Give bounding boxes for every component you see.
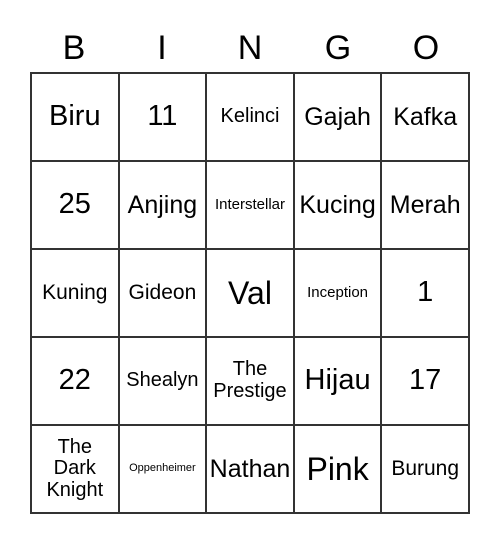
bingo-cell[interactable]: Interstellar [207, 162, 295, 250]
header-letter-g-label: G [324, 29, 352, 67]
bingo-cell[interactable]: Nathan [207, 426, 295, 514]
header-letter-i-label: I [157, 29, 167, 67]
bingo-cell[interactable]: Merah [382, 162, 470, 250]
bingo-cell-label: Shealyn [126, 369, 199, 392]
bingo-cell[interactable]: Burung [382, 426, 470, 514]
bingo-cell-label: Pink [306, 450, 369, 487]
bingo-cell[interactable]: 11 [119, 74, 208, 162]
bingo-cell-label: Burung [391, 456, 460, 480]
bingo-cell-label: Gideon [128, 280, 197, 304]
bingo-cell[interactable]: Oppenheimer [119, 426, 208, 514]
bingo-card: B I N G O Biru 11 Kelinci Gajah Kafka 25… [0, 0, 500, 544]
bingo-cell-label: 25 [58, 188, 91, 221]
bingo-cell[interactable]: Anjing [119, 162, 208, 250]
header-letter-o-label: O [412, 29, 440, 67]
bingo-cell-label: Hijau [304, 364, 371, 397]
bingo-cell[interactable]: Gajah [294, 74, 383, 162]
bingo-cell[interactable]: Kelinci [207, 74, 295, 162]
bingo-cell-label: Kelinci [220, 105, 280, 128]
bingo-cell[interactable]: Pink [294, 426, 383, 514]
bingo-cell[interactable]: Shealyn [119, 338, 208, 426]
bingo-cell[interactable]: 17 [382, 338, 470, 426]
bingo-cell-label: 22 [58, 364, 91, 397]
bingo-header-row: B I N G O [30, 24, 470, 72]
bingo-cell[interactable]: Gideon [119, 250, 208, 338]
bingo-cell[interactable]: Kucing [294, 162, 383, 250]
bingo-cell[interactable]: Biru [32, 74, 120, 162]
bingo-grid: Biru 11 Kelinci Gajah Kafka 25 Anjing In… [30, 72, 470, 514]
bingo-cell-label: Merah [389, 190, 461, 219]
bingo-cell[interactable]: The Prestige [207, 338, 295, 426]
bingo-cell-label: Gajah [304, 102, 371, 131]
bingo-cell[interactable]: 1 [382, 250, 470, 338]
bingo-cell-label: Kucing [299, 190, 376, 219]
bingo-cell[interactable]: 25 [32, 162, 120, 250]
bingo-cell-label: The Dark Knight [46, 435, 104, 501]
bingo-cell[interactable]: The Dark Knight [32, 426, 120, 514]
bingo-cell[interactable]: Inception [294, 250, 383, 338]
bingo-cell-label: Anjing [127, 190, 198, 219]
header-letter-n-label: N [237, 29, 263, 67]
bingo-cell-label: Kuning [42, 280, 108, 304]
bingo-cell-label: Oppenheimer [129, 462, 196, 475]
bingo-cell[interactable]: Kuning [32, 250, 120, 338]
header-letter-n: N [206, 24, 294, 72]
header-letter-o: O [382, 24, 470, 72]
bingo-cell-label: 17 [409, 364, 442, 397]
bingo-cell[interactable]: Val [207, 250, 295, 338]
header-letter-i: I [118, 24, 206, 72]
header-letter-b: B [30, 24, 118, 72]
bingo-cell-label: Inception [307, 283, 369, 301]
bingo-cell-label: Interstellar [214, 195, 285, 213]
bingo-cell-label: 11 [147, 100, 178, 133]
header-letter-g: G [294, 24, 382, 72]
header-letter-b-label: B [62, 29, 86, 67]
bingo-cell-label: Val [228, 274, 272, 311]
bingo-cell-label: The Prestige [213, 358, 287, 402]
bingo-cell-label: 1 [417, 276, 434, 309]
bingo-cell[interactable]: Kafka [382, 74, 470, 162]
bingo-cell[interactable]: 22 [32, 338, 120, 426]
bingo-cell-label: Biru [49, 100, 101, 133]
bingo-cell-label: Nathan [209, 454, 291, 483]
bingo-cell[interactable]: Hijau [294, 338, 383, 426]
bingo-cell-label: Kafka [393, 102, 458, 131]
